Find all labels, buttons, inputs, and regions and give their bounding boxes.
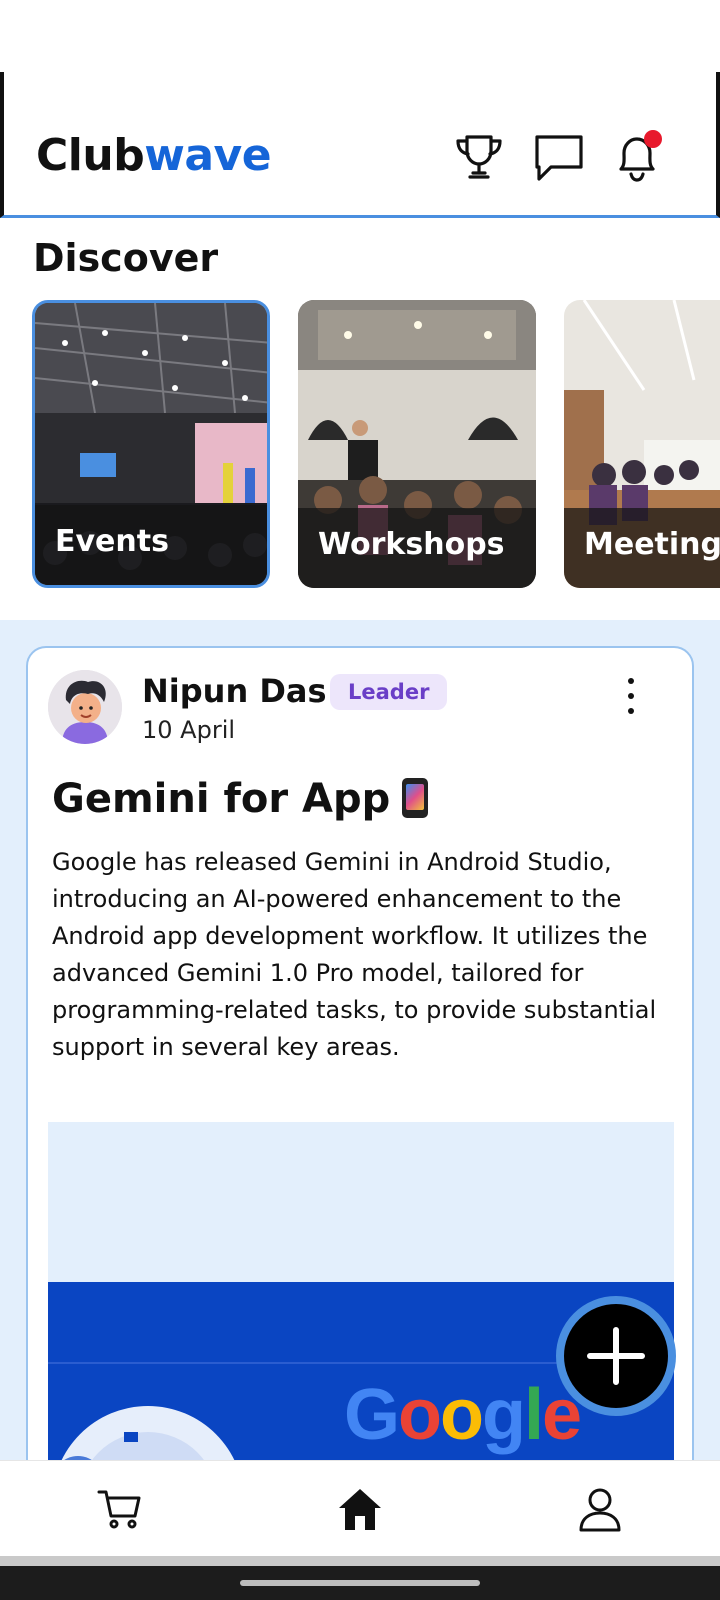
phone-emoji-icon <box>402 778 429 818</box>
brand-part-wave: wave <box>144 130 272 181</box>
category-card-workshops[interactable]: Workshops <box>298 300 536 588</box>
trophy-icon[interactable] <box>450 128 508 186</box>
brand-logo: Clubwave <box>36 130 272 181</box>
category-label: Meetings <box>584 527 720 562</box>
app-screen: Clubwave Discover Events Workshops Meeti… <box>0 0 720 1600</box>
gesture-home-pill[interactable] <box>240 1580 480 1586</box>
post-title-text: Gemini for App <box>52 776 391 822</box>
discover-title: Discover <box>33 236 219 280</box>
profile-icon[interactable] <box>570 1479 630 1539</box>
cart-icon[interactable] <box>90 1479 150 1539</box>
bottom-navigation <box>0 1460 720 1556</box>
system-navigation-bar <box>0 1566 720 1600</box>
post-date: 10 April <box>142 716 236 744</box>
home-icon[interactable] <box>330 1479 390 1539</box>
chat-icon[interactable] <box>530 128 588 186</box>
nav-divider-strip <box>0 1556 720 1566</box>
post-title: Gemini for App <box>52 776 429 822</box>
avatar[interactable] <box>48 670 122 744</box>
author-name[interactable]: Nipun Das <box>142 672 327 710</box>
category-card-events[interactable]: Events <box>32 300 270 588</box>
post-body: Google has released Gemini in Android St… <box>52 848 657 1061</box>
category-label: Workshops <box>318 527 505 562</box>
plus-icon <box>587 1327 645 1385</box>
create-post-button[interactable] <box>556 1296 676 1416</box>
category-label: Events <box>55 524 169 559</box>
app-header: Clubwave <box>0 72 720 218</box>
brand-part-club: Club <box>36 130 145 181</box>
category-card-meetings[interactable]: Meetings <box>564 300 720 588</box>
role-badge: Leader <box>330 674 448 710</box>
google-logo-text: Google <box>344 1375 582 1455</box>
more-options-icon[interactable] <box>616 678 646 714</box>
bell-icon[interactable] <box>608 128 666 186</box>
notification-dot <box>644 130 662 148</box>
